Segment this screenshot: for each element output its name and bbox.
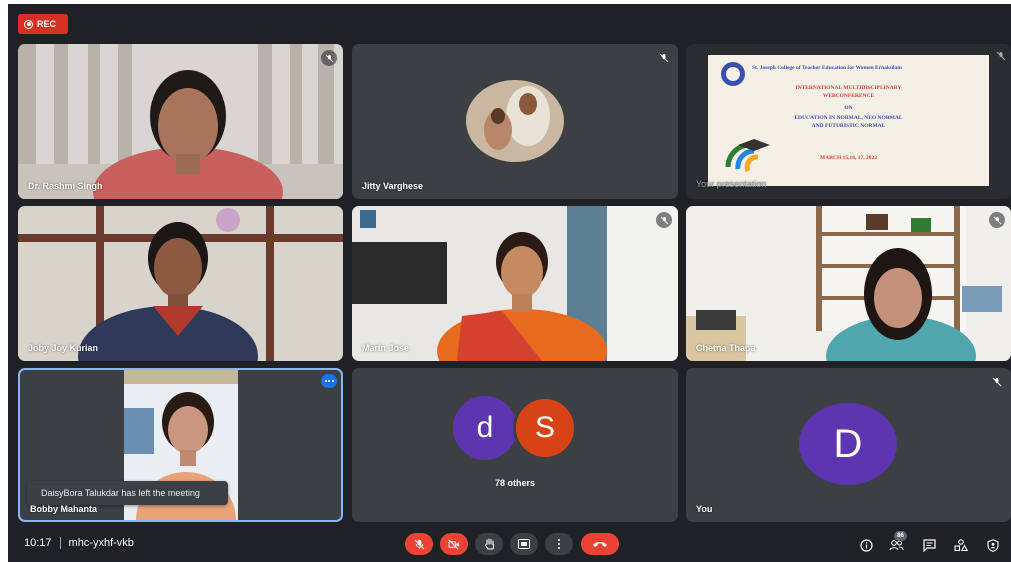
participant-tile-marin[interactable]: Marin Jose <box>352 206 678 361</box>
participant-tile-jitty[interactable]: Jitty Varghese <box>352 44 678 199</box>
host-controls-icon <box>987 538 999 552</box>
conference-logo-icon <box>725 139 770 173</box>
self-avatar: D <box>799 403 897 485</box>
activities-button[interactable] <box>953 537 969 553</box>
camera-button[interactable] <box>440 533 468 555</box>
slide-line-5: AND FUTURISTIC NORMAL <box>811 123 886 129</box>
meeting-time: 10:17 <box>24 537 52 549</box>
participant-name: Joby Joy Kurian <box>28 343 99 353</box>
muted-icon <box>995 50 1007 62</box>
muted-icon <box>658 52 670 64</box>
others-tile[interactable]: d S 78 others <box>352 368 678 522</box>
microphone-button[interactable] <box>405 533 433 555</box>
presentation-label: Your presentation <box>696 179 767 189</box>
mic-off-icon <box>414 539 424 549</box>
slide-line-2: WEBCONFERENCE <box>822 93 875 99</box>
participant-tile-chetna[interactable]: Chetna Thapa <box>686 206 1011 361</box>
others-count: 78 others <box>494 478 536 488</box>
people-count-badge: 86 <box>894 531 907 541</box>
presentation-tile[interactable]: St. Joseph College of Teacher Education … <box>686 44 1011 199</box>
self-tile[interactable]: D You <box>686 368 1011 522</box>
slide-college: St. Joseph College of Teacher Education … <box>752 65 902 71</box>
participant-left-notification: DaisyBora Talukdar has left the meeting <box>27 481 228 505</box>
slide-line-1: INTERNATIONAL MULTIDISCIPLINARY <box>795 85 902 91</box>
notification-text: DaisyBora Talukdar has left the meeting <box>41 488 200 498</box>
participant-video <box>18 206 343 361</box>
participant-name: Chetna Thapa <box>696 343 756 353</box>
meeting-info: 10:17 mhc-yxhf-vkb <box>24 537 134 549</box>
chat-icon <box>922 538 936 552</box>
raise-hand-icon <box>484 538 494 550</box>
participant-name: Bobby Mahanta <box>30 504 98 514</box>
slide-line-3: ON <box>844 105 853 111</box>
muted-icon <box>989 212 1005 228</box>
participant-tile-joby[interactable]: Joby Joy Kurian <box>18 206 343 361</box>
participant-name: Jitty Varghese <box>362 181 424 191</box>
host-controls-button[interactable] <box>985 537 1001 553</box>
participant-video <box>18 44 343 199</box>
meeting-code[interactable]: mhc-yxhf-vkb <box>69 537 134 549</box>
participant-tile-rashmi[interactable]: Dr. Rashmi Singh <box>18 44 343 199</box>
participant-video <box>352 206 678 361</box>
meeting-stage: REC Dr. Rashmi Singh Jitty Varghese St. … <box>8 4 1011 562</box>
participant-avatar-image <box>466 80 564 162</box>
participant-name: Marin Jose <box>362 343 410 353</box>
raise-hand-button[interactable] <box>475 533 503 555</box>
divider <box>59 537 61 549</box>
participant-tile-bobby[interactable]: DaisyBora Talukdar has left the meeting … <box>18 368 343 522</box>
more-options-icon[interactable] <box>321 374 337 388</box>
participant-avatar: d <box>453 396 517 460</box>
muted-icon <box>321 50 337 66</box>
self-name: You <box>696 504 713 514</box>
people-button[interactable]: 86 <box>888 531 907 553</box>
participant-avatar: S <box>513 396 577 460</box>
muted-icon <box>991 376 1003 388</box>
participant-video <box>686 206 1011 361</box>
muted-icon <box>656 212 672 228</box>
activities-icon <box>954 538 968 551</box>
record-icon <box>24 19 33 29</box>
present-icon <box>518 539 530 549</box>
present-now-button[interactable] <box>510 533 538 555</box>
chat-button[interactable] <box>921 537 937 553</box>
recording-label: REC <box>37 19 57 29</box>
presentation-slide: St. Joseph College of Teacher Education … <box>708 55 989 186</box>
more-options-button[interactable] <box>545 533 573 555</box>
bottom-controls-bar: 10:17 mhc-yxhf-vkb 86 <box>8 529 1011 562</box>
camera-off-icon <box>448 538 460 550</box>
info-icon <box>859 538 873 552</box>
recording-badge: REC <box>18 14 68 34</box>
hangup-icon <box>593 542 607 547</box>
meeting-details-button[interactable] <box>858 537 874 553</box>
participant-name: Dr. Rashmi Singh <box>28 181 103 191</box>
slide-line-4: EDUCATION IN NORMAL, NEO NORMAL <box>794 115 903 121</box>
leave-call-button[interactable] <box>581 533 619 555</box>
more-options-icon <box>557 538 561 550</box>
